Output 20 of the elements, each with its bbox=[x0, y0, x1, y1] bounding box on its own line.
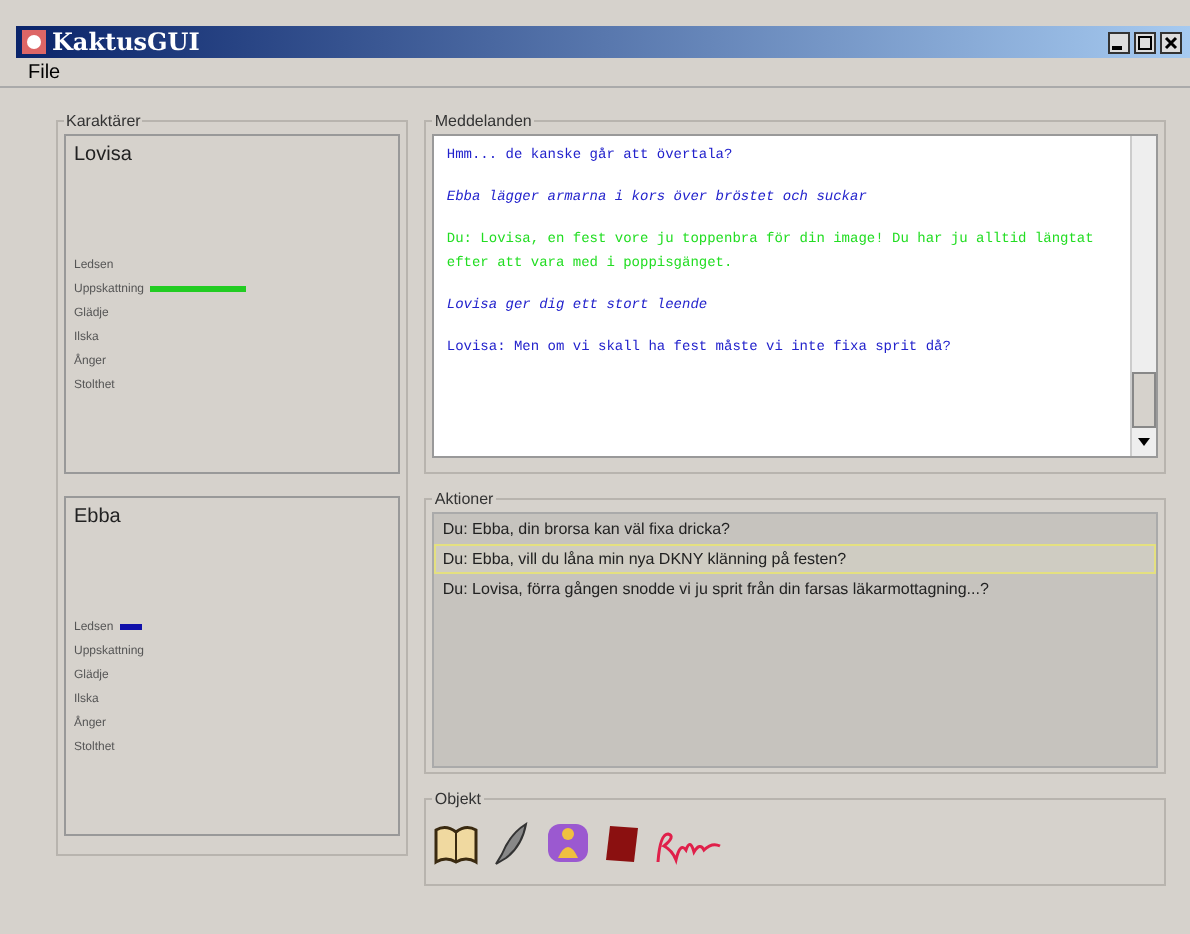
menu-item[interactable]: File bbox=[28, 61, 61, 83]
action-item[interactable]: Du: Ebba, din brorsa kan väl fixa dricka? bbox=[434, 514, 1156, 544]
scrollbar[interactable] bbox=[1130, 136, 1156, 456]
character-name: Ebba bbox=[74, 506, 123, 528]
scroll-thumb[interactable] bbox=[1132, 372, 1156, 428]
action-item[interactable]: Du: Lovisa, förra gången snodde vi ju sprit från din farsas läkarmottagning...? bbox=[434, 574, 1156, 604]
character-name: Lovisa bbox=[74, 144, 134, 166]
minimize-icon[interactable] bbox=[1108, 31, 1130, 53]
book-cover-icon[interactable] bbox=[602, 822, 643, 866]
panel-title: Aktioner bbox=[432, 490, 496, 508]
action-item[interactable]: Du: Ebba, vill du låna min nya DKNY klänning på festen? bbox=[434, 544, 1156, 574]
figure-icon[interactable] bbox=[544, 818, 593, 866]
maximize-icon[interactable] bbox=[1134, 31, 1156, 53]
book-icon[interactable] bbox=[432, 822, 481, 866]
window-title: KaktusGUI bbox=[52, 28, 200, 56]
panel-title: Meddelanden bbox=[432, 112, 534, 130]
close-icon[interactable] bbox=[1160, 31, 1182, 53]
app-icon bbox=[20, 28, 48, 56]
panel-title: Karaktärer bbox=[64, 112, 143, 130]
panel-title: Objekt bbox=[432, 790, 483, 808]
